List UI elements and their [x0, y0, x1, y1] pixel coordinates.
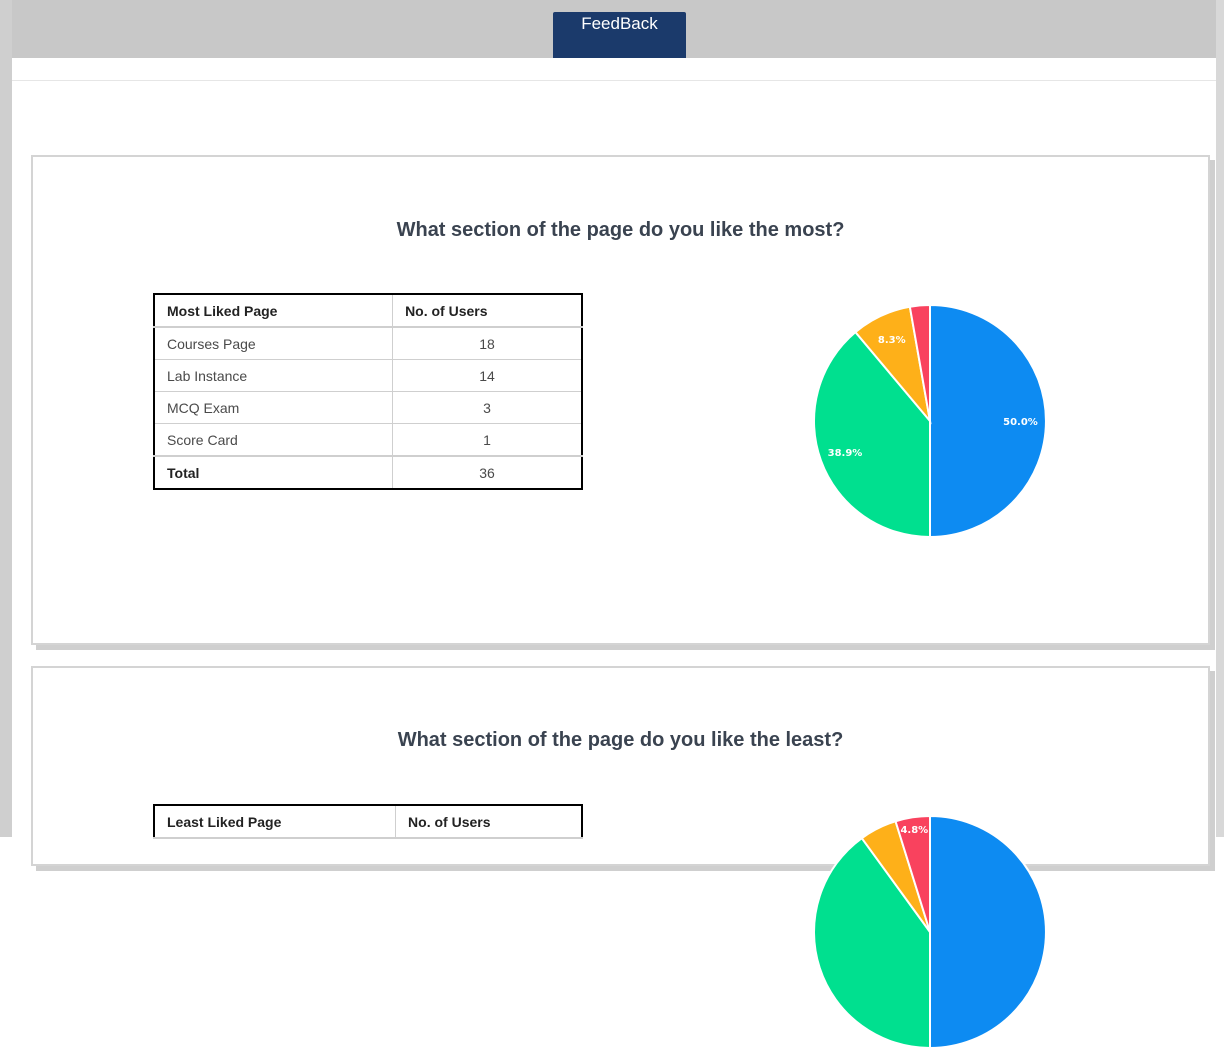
pie-slice-label: 38.9% [828, 448, 863, 459]
pie-slice-label: 50.0% [1003, 417, 1038, 428]
table-row: MCQ Exam 3 [154, 391, 582, 424]
most-liked-pie-chart: 50.0% 38.9% 8.3% [813, 303, 1047, 539]
least-liked-title: What section of the page do you like the… [397, 729, 844, 751]
top-bar-divider [12, 58, 1216, 81]
feedback-tab[interactable]: FeedBack [553, 12, 686, 58]
column-header: No. of Users [395, 805, 582, 839]
table-header-row: Most Liked Page No. of Users [154, 294, 582, 328]
least-liked-pie-chart: 4.8% [813, 814, 1047, 1050]
column-header: No. of Users [392, 294, 582, 328]
pie-slice-label: 8.3% [878, 335, 906, 346]
table-row: Courses Page 18 [154, 327, 582, 360]
page-name-cell: Courses Page [154, 327, 393, 360]
total-value: 36 [392, 455, 582, 490]
page-name-cell: Lab Instance [154, 359, 393, 392]
user-count-cell: 14 [392, 359, 582, 392]
table-header-row: Least Liked Page No. of Users [154, 805, 582, 839]
pie-slice[interactable] [929, 814, 1047, 1050]
most-liked-title: What section of the page do you like the… [396, 219, 845, 241]
pie-slice-label: 4.8% [900, 825, 928, 836]
table-row: Score Card 1 [154, 423, 582, 457]
page-name-cell: Score Card [154, 423, 393, 457]
page-name-cell: MCQ Exam [154, 391, 393, 424]
user-count-cell: 1 [392, 423, 582, 457]
user-count-cell: 18 [392, 327, 582, 360]
user-count-cell: 3 [392, 391, 582, 424]
table-total-row: Total 36 [154, 455, 582, 490]
least-liked-table: Least Liked Page No. of Users [153, 804, 583, 839]
total-label: Total [154, 455, 393, 490]
most-liked-card: What section of the page do you like the… [31, 155, 1210, 645]
table-row: Lab Instance 14 [154, 359, 582, 392]
least-liked-card: What section of the page do you like the… [31, 666, 1210, 1050]
most-liked-table: Most Liked Page No. of Users Courses Pag… [153, 293, 583, 490]
column-header: Most Liked Page [154, 294, 393, 328]
column-header: Least Liked Page [154, 805, 396, 839]
feedback-tab-label: FeedBack [581, 14, 658, 33]
